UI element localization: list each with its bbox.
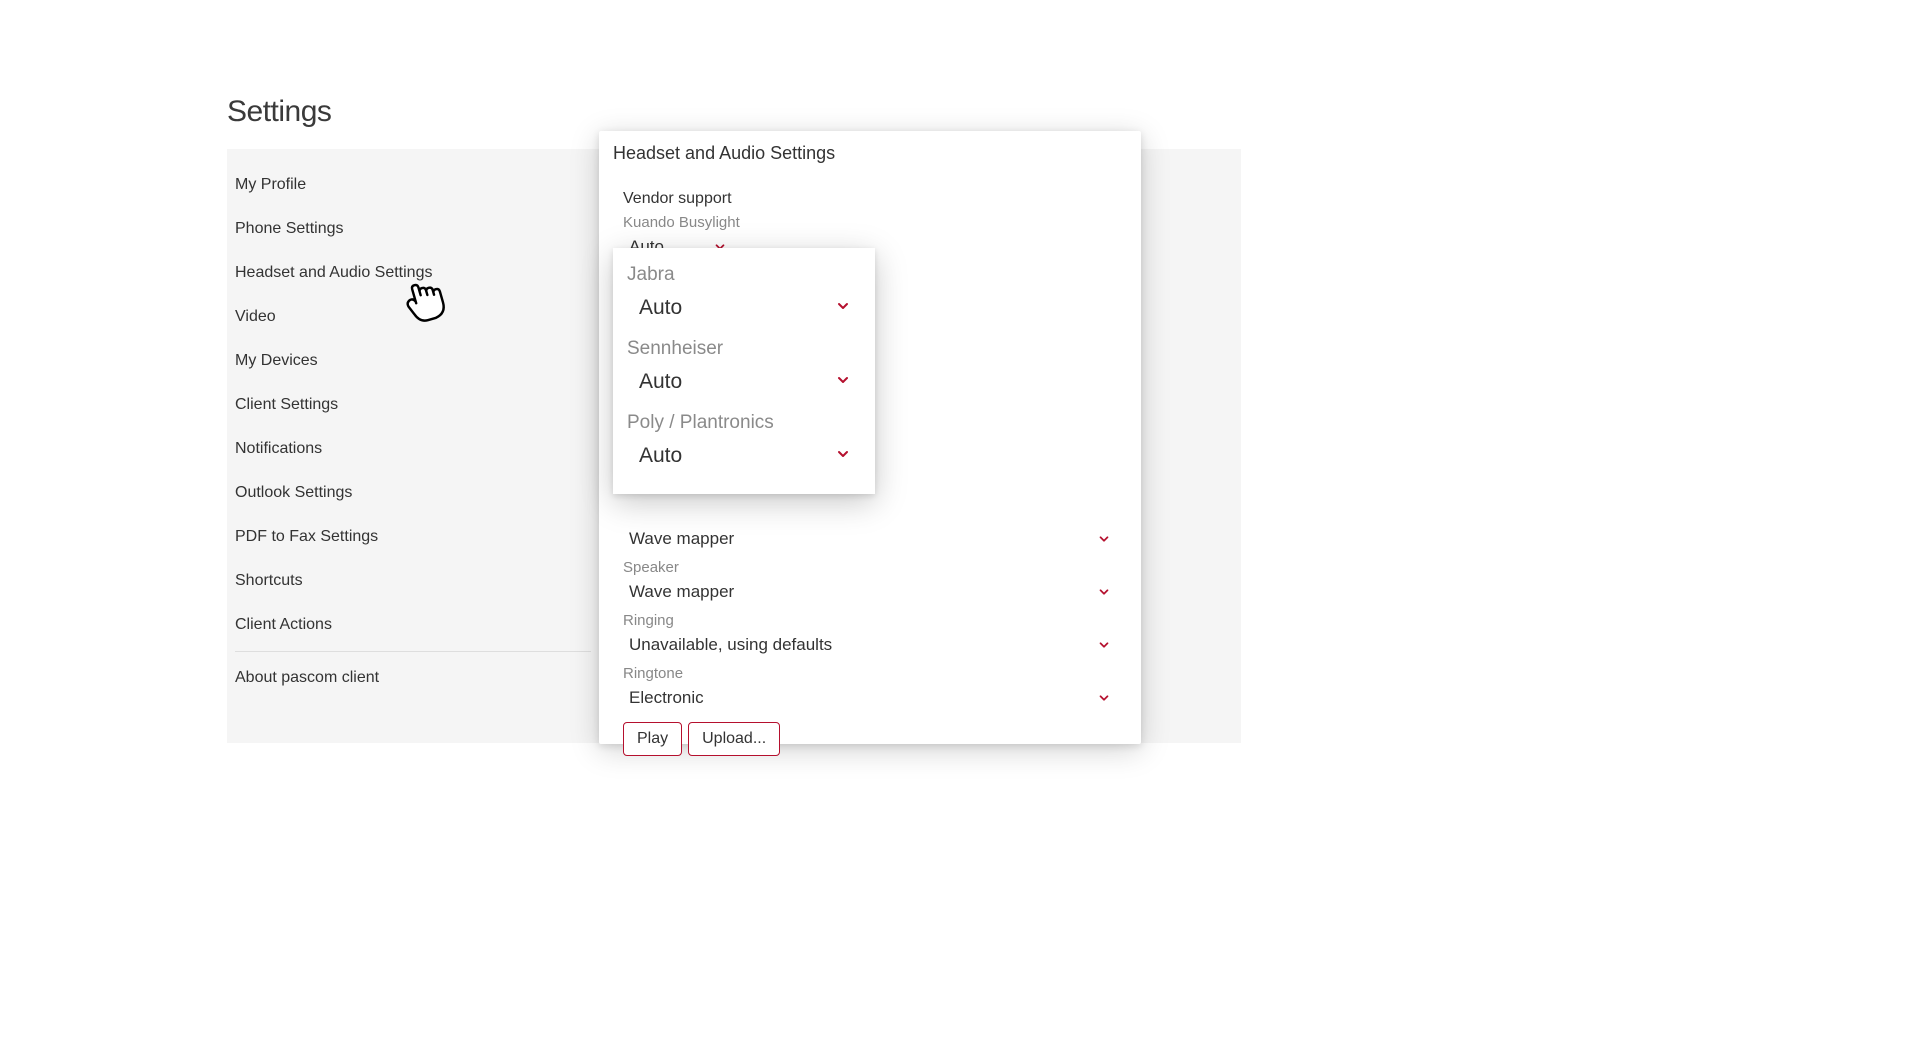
speaker-select-value: Wave mapper <box>629 582 734 602</box>
vendor-jabra-select[interactable]: Auto <box>627 288 861 328</box>
chevron-down-icon <box>835 446 851 467</box>
sidebar-item-shortcuts[interactable]: Shortcuts <box>227 559 599 603</box>
kuando-label: Kuando Busylight <box>623 214 1117 231</box>
chevron-down-icon <box>1097 691 1111 705</box>
vendor-sennheiser-select[interactable]: Auto <box>627 362 861 402</box>
ringing-select[interactable]: Unavailable, using defaults <box>623 629 1117 661</box>
sidebar-item-phone-settings[interactable]: Phone Settings <box>227 207 599 251</box>
sidebar-item-label: Video <box>235 308 276 325</box>
vendor-popup: Jabra Auto Sennheiser Auto Poly / Plantr… <box>613 248 875 494</box>
ringing-block: Ringing Unavailable, using defaults <box>623 612 1117 661</box>
vendor-sennheiser-select-value: Auto <box>639 370 682 394</box>
speaker-select[interactable]: Wave mapper <box>623 576 1117 608</box>
pointer-cursor-icon <box>398 275 450 332</box>
chevron-down-icon <box>835 298 851 319</box>
sidebar-item-label: My Profile <box>235 176 306 193</box>
sidebar-item-label: PDF to Fax Settings <box>235 528 378 545</box>
mic-select-value: Wave mapper <box>629 529 734 549</box>
upload-button[interactable]: Upload... <box>688 722 780 756</box>
mic-select[interactable]: Wave mapper <box>623 523 1117 555</box>
sidebar-item-label: Client Settings <box>235 396 338 413</box>
sidebar-item-my-devices[interactable]: My Devices <box>227 339 599 383</box>
ringtone-block: Ringtone Electronic <box>623 665 1117 714</box>
chevron-down-icon <box>835 372 851 393</box>
vendor-poly-select-value: Auto <box>639 444 682 468</box>
sidebar-item-label: Notifications <box>235 440 322 457</box>
ringtone-buttons: Play Upload... <box>623 722 1117 756</box>
panel-title: Headset and Audio Settings <box>599 131 1141 172</box>
vendor-poly-select[interactable]: Auto <box>627 436 861 476</box>
sidebar-item-label: About pascom client <box>235 669 379 686</box>
vendor-poly-label: Poly / Plantronics <box>627 412 861 434</box>
sidebar-item-label: Outlook Settings <box>235 484 352 501</box>
speaker-label: Speaker <box>623 559 1117 576</box>
vendor-jabra-label: Jabra <box>627 264 861 286</box>
vendor-jabra-select-value: Auto <box>639 296 682 320</box>
ringtone-label: Ringtone <box>623 665 1117 682</box>
ringing-select-value: Unavailable, using defaults <box>629 635 832 655</box>
ringtone-select-value: Electronic <box>629 688 704 708</box>
sidebar-item-client-settings[interactable]: Client Settings <box>227 383 599 427</box>
sidebar-item-pdf-to-fax[interactable]: PDF to Fax Settings <box>227 515 599 559</box>
chevron-down-icon <box>1097 532 1111 546</box>
bottom-group: Wave mapper Speaker Wave mapper Ringing … <box>623 523 1117 756</box>
sidebar-item-my-profile[interactable]: My Profile <box>227 163 599 207</box>
sidebar-item-client-actions[interactable]: Client Actions <box>227 603 599 647</box>
sidebar-item-about[interactable]: About pascom client <box>227 656 599 700</box>
page-title: Settings <box>227 95 1241 129</box>
sidebar-item-notifications[interactable]: Notifications <box>227 427 599 471</box>
play-button[interactable]: Play <box>623 722 682 756</box>
sidebar-item-outlook-settings[interactable]: Outlook Settings <box>227 471 599 515</box>
sidebar-item-label: Client Actions <box>235 616 332 633</box>
chevron-down-icon <box>1097 585 1111 599</box>
vendor-support-section: Vendor support <box>623 190 1117 208</box>
settings-sidebar: My Profile Phone Settings Headset and Au… <box>227 149 599 743</box>
vendor-sennheiser-label: Sennheiser <box>627 338 861 360</box>
sidebar-item-label: Shortcuts <box>235 572 303 589</box>
chevron-down-icon <box>1097 638 1111 652</box>
ringing-label: Ringing <box>623 612 1117 629</box>
sidebar-divider <box>235 651 591 652</box>
speaker-block: Speaker Wave mapper <box>623 559 1117 608</box>
ringtone-select[interactable]: Electronic <box>623 682 1117 714</box>
sidebar-item-label: My Devices <box>235 352 318 369</box>
sidebar-item-label: Phone Settings <box>235 220 344 237</box>
